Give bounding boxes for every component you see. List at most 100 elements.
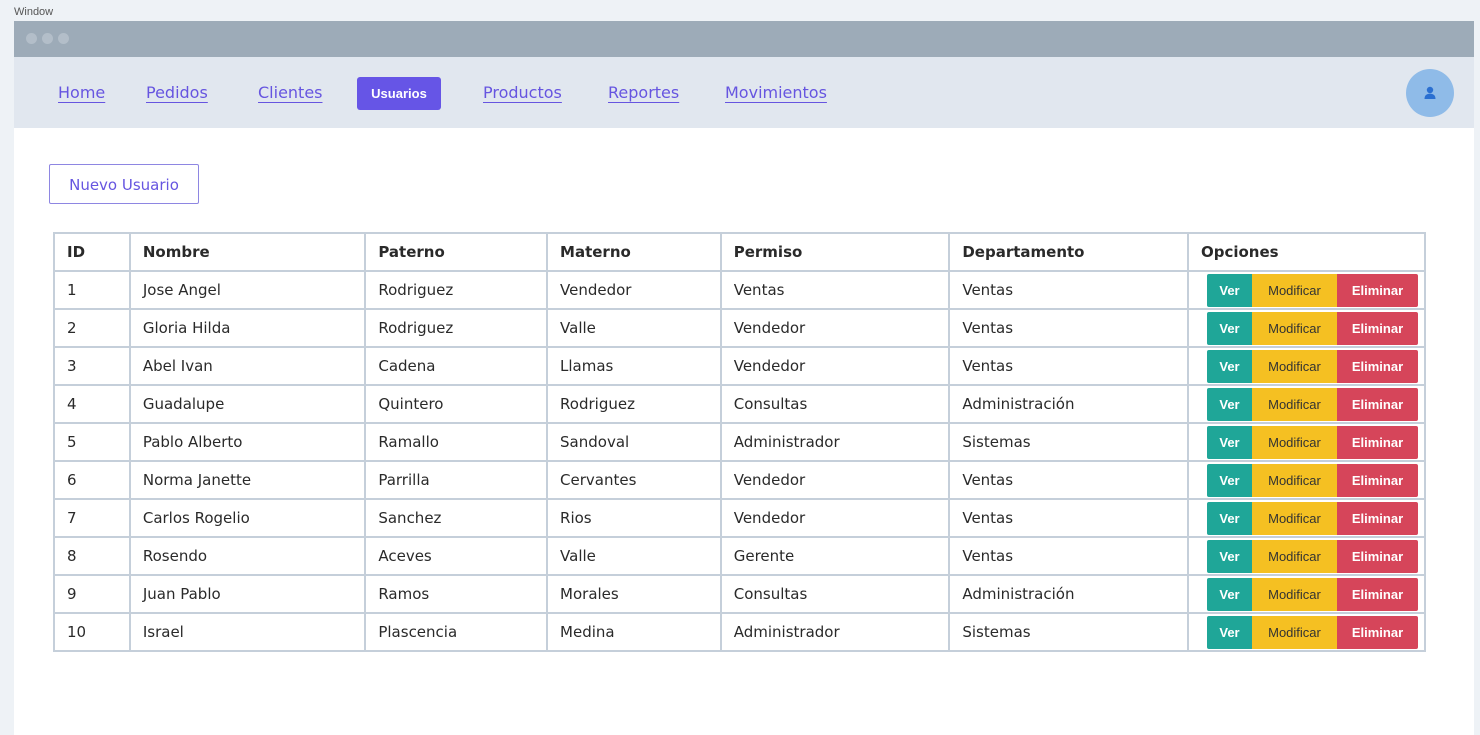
cell-id: 2	[53, 308, 131, 348]
edit-button[interactable]: Modificar	[1251, 425, 1337, 459]
cell-departamento: Sistemas	[948, 422, 1189, 462]
cell-opciones: Ver Modificar Eliminar	[1186, 384, 1427, 424]
cell-departamento: Ventas	[948, 346, 1189, 386]
cell-departamento: Sistemas	[948, 612, 1189, 652]
cell-opciones: Ver Modificar Eliminar	[1186, 612, 1427, 652]
view-button[interactable]: Ver	[1206, 501, 1252, 535]
delete-button[interactable]: Eliminar	[1336, 501, 1418, 535]
header-id: ID	[53, 232, 131, 272]
cell-materno: Morales	[546, 574, 722, 614]
cell-materno: Cervantes	[546, 460, 722, 500]
cell-paterno: Plascencia	[364, 612, 549, 652]
cell-materno: Rios	[546, 498, 722, 538]
cell-paterno: Sanchez	[364, 498, 549, 538]
cell-permiso: Consultas	[719, 574, 951, 614]
header-paterno: Paterno	[364, 232, 549, 272]
nav-usuarios-active[interactable]: Usuarios	[357, 77, 441, 110]
edit-button[interactable]: Modificar	[1251, 501, 1337, 535]
delete-button[interactable]: Eliminar	[1336, 311, 1418, 345]
delete-button[interactable]: Eliminar	[1336, 273, 1418, 307]
cell-departamento: Ventas	[948, 536, 1189, 576]
cell-paterno: Ramallo	[364, 422, 549, 462]
cell-opciones: Ver Modificar Eliminar	[1186, 422, 1427, 462]
table-row: 5 Pablo Alberto Ramallo Sandoval Administrad…	[53, 422, 1427, 462]
table-body: 1 Jose Angel Rodriguez Vendedor Ventas Ventas…	[53, 270, 1427, 652]
edit-button[interactable]: Modificar	[1251, 577, 1337, 611]
window-dot-minimize[interactable]	[42, 33, 53, 44]
cell-departamento: Administración	[948, 384, 1189, 424]
cell-materno: Rodriguez	[546, 384, 722, 424]
cell-paterno: Quintero	[364, 384, 549, 424]
cell-paterno: Cadena	[364, 346, 549, 386]
cell-permiso: Consultas	[719, 384, 951, 424]
delete-button[interactable]: Eliminar	[1336, 425, 1418, 459]
nav-movimientos[interactable]: Movimientos	[725, 79, 827, 107]
nav-productos[interactable]: Productos	[483, 79, 562, 107]
view-button[interactable]: Ver	[1206, 463, 1252, 497]
cell-opciones: Ver Modificar Eliminar	[1186, 574, 1427, 614]
view-button[interactable]: Ver	[1206, 577, 1252, 611]
header-permiso: Permiso	[719, 232, 951, 272]
nav-pedidos[interactable]: Pedidos	[146, 79, 208, 107]
cell-materno: Vendedor	[546, 270, 722, 310]
delete-button[interactable]: Eliminar	[1336, 387, 1418, 421]
cell-nombre: Jose Angel	[128, 270, 367, 310]
cell-id: 3	[53, 346, 131, 386]
table-header-row: ID Nombre Paterno Materno Permiso Depart…	[53, 232, 1427, 272]
cell-paterno: Rodriguez	[364, 270, 549, 310]
cell-opciones: Ver Modificar Eliminar	[1186, 346, 1427, 386]
table-row: 4 Guadalupe Quintero Rodriguez Consultas Admi…	[53, 384, 1427, 424]
edit-button[interactable]: Modificar	[1251, 311, 1337, 345]
header-materno: Materno	[546, 232, 722, 272]
window-dot-close[interactable]	[26, 33, 37, 44]
cell-departamento: Administración	[948, 574, 1189, 614]
delete-button[interactable]: Eliminar	[1336, 539, 1418, 573]
cell-materno: Llamas	[546, 346, 722, 386]
table-row: 7 Carlos Rogelio Sanchez Rios Vendedor Ventas…	[53, 498, 1427, 538]
new-user-button[interactable]: Nuevo Usuario	[49, 164, 199, 204]
cell-opciones: Ver Modificar Eliminar	[1186, 460, 1427, 500]
cell-opciones: Ver Modificar Eliminar	[1186, 536, 1427, 576]
view-button[interactable]: Ver	[1206, 349, 1252, 383]
cell-id: 1	[53, 270, 131, 310]
delete-button[interactable]: Eliminar	[1336, 577, 1418, 611]
window-label: Window	[14, 6, 54, 18]
window-dot-maximize[interactable]	[58, 33, 69, 44]
nav-clientes[interactable]: Clientes	[258, 79, 323, 107]
cell-paterno: Aceves	[364, 536, 549, 576]
cell-permiso: Vendedor	[719, 308, 951, 348]
cell-materno: Sandoval	[546, 422, 722, 462]
view-button[interactable]: Ver	[1206, 311, 1252, 345]
table-row: 1 Jose Angel Rodriguez Vendedor Ventas Ventas…	[53, 270, 1427, 310]
cell-materno: Valle	[546, 536, 722, 576]
cell-permiso: Vendedor	[719, 498, 951, 538]
users-table: ID Nombre Paterno Materno Permiso Depart…	[53, 232, 1427, 652]
edit-button[interactable]: Modificar	[1251, 615, 1337, 649]
edit-button[interactable]: Modificar	[1251, 539, 1337, 573]
view-button[interactable]: Ver	[1206, 615, 1252, 649]
view-button[interactable]: Ver	[1206, 539, 1252, 573]
cell-id: 6	[53, 460, 131, 500]
view-button[interactable]: Ver	[1206, 425, 1252, 459]
user-avatar-button[interactable]	[1406, 69, 1454, 117]
cell-nombre: Pablo Alberto	[128, 422, 367, 462]
delete-button[interactable]: Eliminar	[1336, 615, 1418, 649]
cell-nombre: Carlos Rogelio	[128, 498, 367, 538]
nav-home[interactable]: Home	[58, 79, 105, 107]
app-window: Home Pedidos Clientes Usuarios Productos…	[14, 21, 1474, 735]
edit-button[interactable]: Modificar	[1251, 387, 1337, 421]
edit-button[interactable]: Modificar	[1251, 463, 1337, 497]
delete-button[interactable]: Eliminar	[1336, 463, 1418, 497]
edit-button[interactable]: Modificar	[1251, 273, 1337, 307]
cell-paterno: Parrilla	[364, 460, 549, 500]
cell-permiso: Ventas	[719, 270, 951, 310]
delete-button[interactable]: Eliminar	[1336, 349, 1418, 383]
view-button[interactable]: Ver	[1206, 387, 1252, 421]
view-button[interactable]: Ver	[1206, 273, 1252, 307]
edit-button[interactable]: Modificar	[1251, 349, 1337, 383]
cell-paterno: Rodriguez	[364, 308, 549, 348]
nav-reportes[interactable]: Reportes	[608, 79, 679, 107]
window-titlebar	[14, 21, 1474, 57]
cell-id: 7	[53, 498, 131, 538]
cell-id: 10	[53, 612, 131, 652]
